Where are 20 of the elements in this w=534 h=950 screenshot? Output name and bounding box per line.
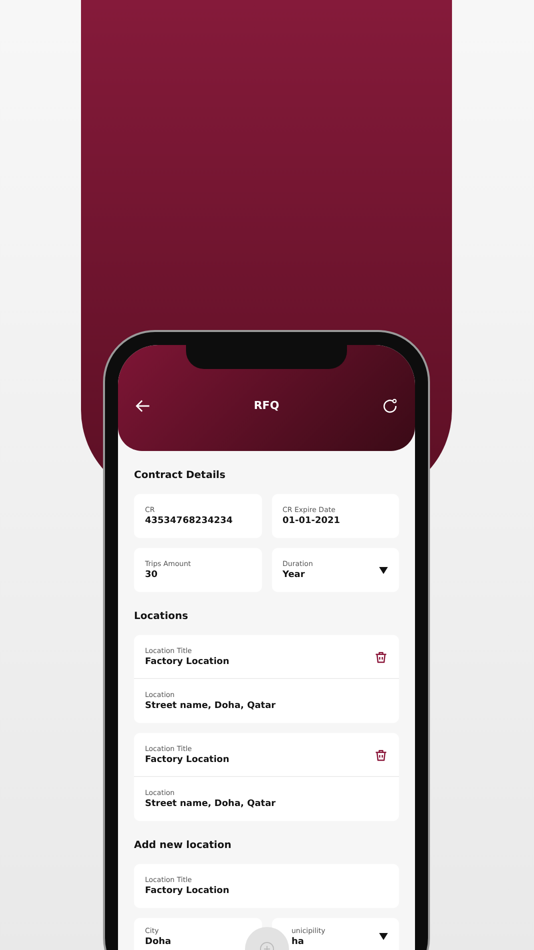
field-value: Street name, Doha, Qatar — [145, 799, 276, 809]
field-value: ha — [292, 937, 305, 947]
field-value: Street name, Doha, Qatar — [145, 701, 276, 711]
field-value: Factory Location — [145, 754, 230, 764]
field-value: Factory Location — [145, 656, 230, 666]
field-value: Doha — [145, 937, 172, 947]
caret-icon — [379, 566, 388, 574]
trash-icon[interactable] — [374, 748, 388, 762]
refresh-icon[interactable] — [381, 397, 399, 415]
field-value: Year — [282, 570, 306, 580]
field-value: 30 — [145, 570, 159, 580]
section-heading: Add new location — [134, 839, 232, 853]
field-value: 43534768234234 — [145, 516, 233, 526]
screen-title: RFQ — [254, 398, 280, 414]
caret-icon — [379, 933, 388, 940]
field-value: 01-01-2021 — [282, 516, 340, 526]
field-value: Factory Location — [145, 886, 230, 896]
trash-icon[interactable] — [374, 650, 388, 664]
section-heading: Locations — [134, 610, 190, 624]
section-heading: Contract Details — [134, 469, 226, 483]
